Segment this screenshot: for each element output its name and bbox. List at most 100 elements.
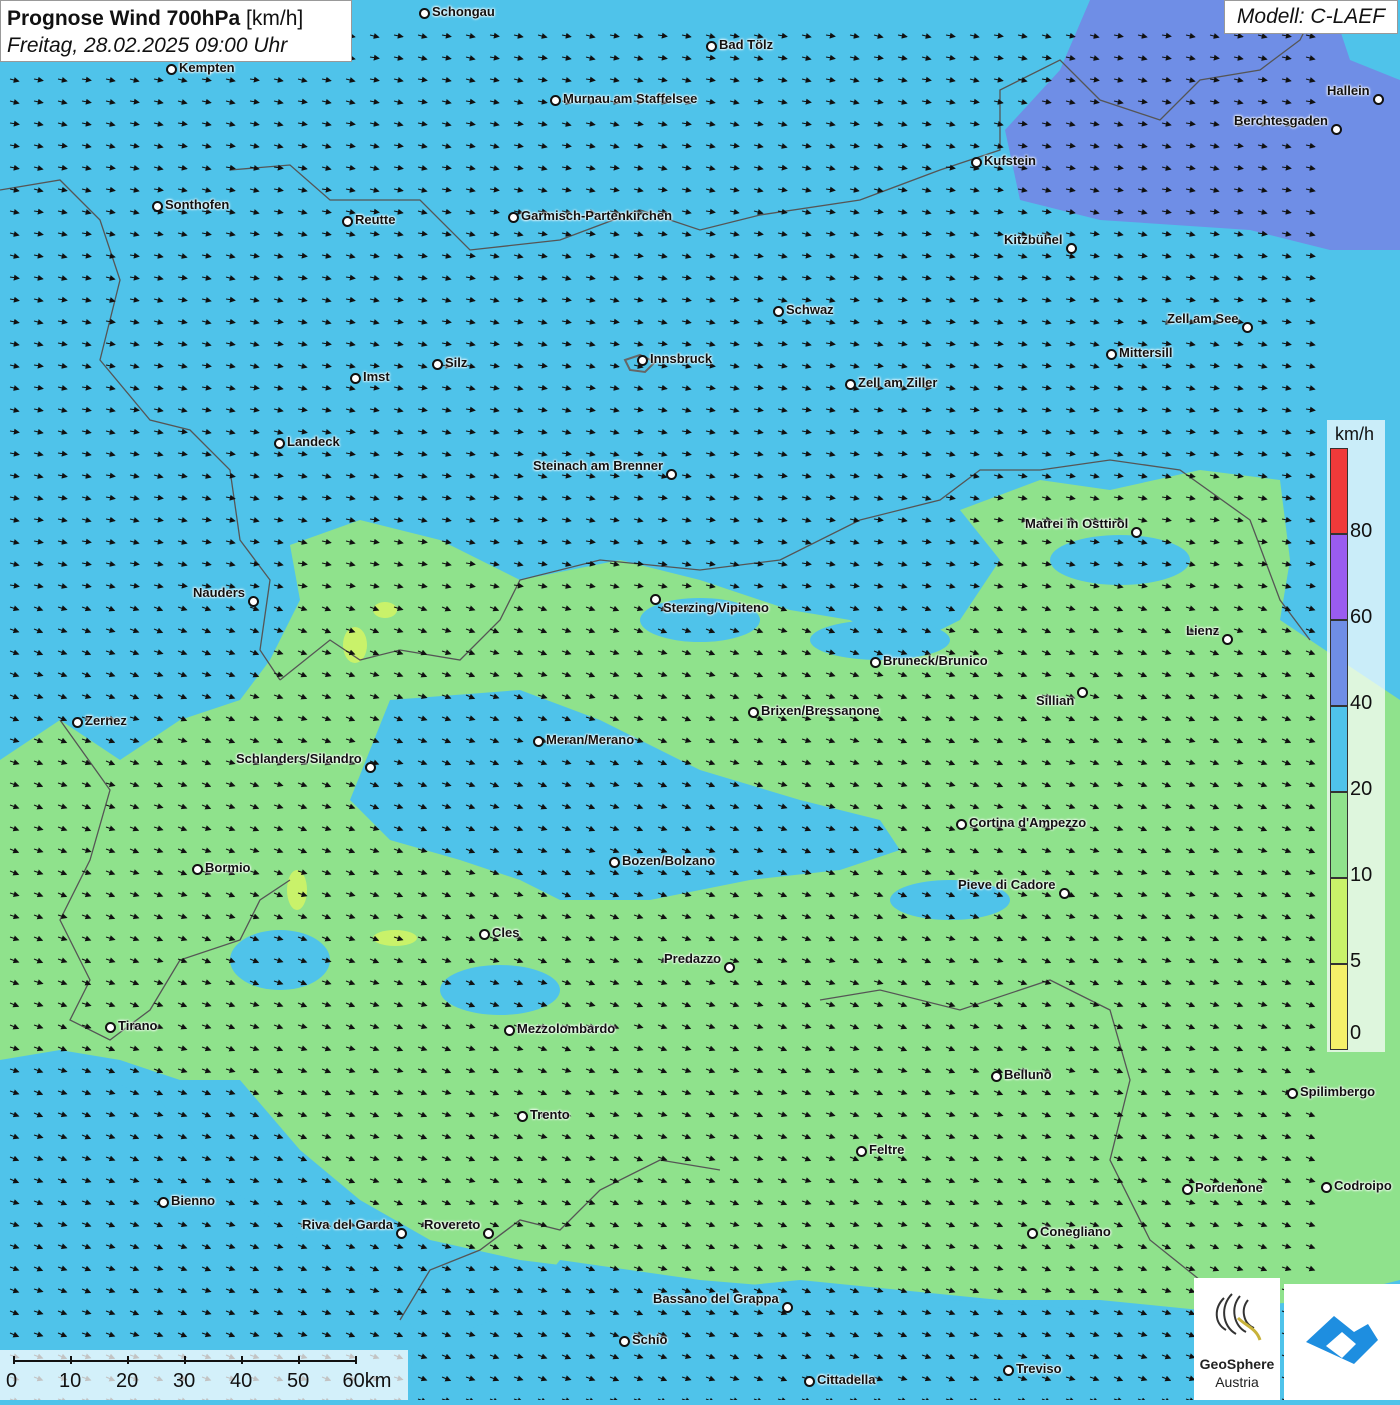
city-label: Sillian <box>1036 693 1075 708</box>
city-label: Imst <box>363 369 390 384</box>
city-marker <box>637 355 648 366</box>
city-label: Cittadella <box>817 1372 876 1387</box>
legend-band <box>1330 878 1348 964</box>
city-marker <box>483 1228 494 1239</box>
city-label: Steinach am Brenner <box>533 458 664 473</box>
legend-band <box>1330 620 1348 706</box>
legend-unit: km/h <box>1335 424 1375 444</box>
city-label: Bassano del Grappa <box>653 1291 779 1306</box>
city-label: Trento <box>530 1107 570 1122</box>
city-marker <box>619 1336 630 1347</box>
city-label: Cortina d'Ampezzo <box>969 815 1087 830</box>
city-marker <box>1066 243 1077 254</box>
wind-region-5-10 <box>343 627 367 663</box>
city-marker <box>856 1146 867 1157</box>
city-marker <box>1321 1182 1332 1193</box>
city-marker <box>533 736 544 747</box>
cloud-logo <box>1284 1284 1400 1400</box>
city-marker <box>152 201 163 212</box>
city-label: Hallein <box>1327 83 1370 98</box>
city-label: Kempten <box>179 60 235 75</box>
city-marker <box>342 216 353 227</box>
map-title-unit: [km/h] <box>246 7 304 30</box>
city-label: Cles <box>492 925 520 940</box>
city-label: Zell am See <box>1167 311 1239 326</box>
wind-region-5-10 <box>373 930 417 946</box>
city-marker <box>971 157 982 168</box>
legend-tick-label: 60 <box>1350 606 1373 628</box>
city-marker <box>1287 1088 1298 1099</box>
city-label: Nauders <box>193 585 246 600</box>
legend-band <box>1330 792 1348 878</box>
city-marker <box>748 707 759 718</box>
city-marker <box>724 962 735 973</box>
wind-region-5-10 <box>287 870 307 910</box>
legend-tick-label: 5 <box>1350 950 1362 972</box>
city-label: Predazzo <box>664 951 722 966</box>
city-label: Bruneck/Brunico <box>883 653 988 668</box>
scale-tick <box>127 1356 129 1364</box>
map-title-box: Prognose Wind 700hPa [km/h] Freitag, 28.… <box>0 0 352 62</box>
map-title: Prognose Wind 700hPa [km/h] <box>7 5 345 32</box>
map-title-bold: Prognose Wind 700hPa <box>7 7 241 30</box>
city-label: Reutte <box>355 212 396 227</box>
legend-tick-label: 40 <box>1350 692 1373 714</box>
city-marker <box>773 306 784 317</box>
city-marker <box>1077 687 1088 698</box>
city-marker <box>105 1022 116 1033</box>
city-label: Belluno <box>1004 1067 1052 1082</box>
city-marker <box>504 1025 515 1036</box>
city-label: Schwaz <box>786 302 834 317</box>
city-marker <box>517 1111 528 1122</box>
city-label: Rovereto <box>424 1217 481 1232</box>
city-marker <box>396 1228 407 1239</box>
city-marker <box>1242 322 1253 333</box>
city-label: Kitzbühel <box>1004 232 1063 247</box>
scale-tick <box>355 1356 357 1364</box>
city-label: Meran/Merano <box>546 732 635 747</box>
city-label: Bozen/Bolzano <box>622 853 716 868</box>
city-label: Conegliano <box>1040 1224 1111 1239</box>
city-marker <box>804 1376 815 1387</box>
city-label: Tirano <box>118 1018 158 1033</box>
city-label: Schlanders/Silandro <box>236 751 362 766</box>
scale-tick <box>241 1356 243 1364</box>
city-marker <box>192 864 203 875</box>
legend-band <box>1330 964 1348 1050</box>
scale-tick <box>184 1356 186 1364</box>
forecast-time: Freitag, 28.02.2025 09:00 Uhr <box>7 34 288 57</box>
city-marker <box>158 1197 169 1208</box>
city-marker <box>870 657 881 668</box>
city-label: Bad Tölz <box>719 37 774 52</box>
city-label: Bormio <box>205 860 251 875</box>
legend-tick-label: 10 <box>1350 864 1373 886</box>
wind-region-20-40-patch <box>440 965 560 1015</box>
city-label: Mezzolombardo <box>517 1021 616 1036</box>
scale-label: 10 <box>59 1370 82 1392</box>
city-label: Sonthofen <box>165 197 230 212</box>
city-label: Feltre <box>869 1142 905 1157</box>
city-label: Murnau am Staffelsee <box>563 91 698 106</box>
legend-tick-label: 80 <box>1350 520 1373 542</box>
city-marker <box>419 8 430 19</box>
city-label: Treviso <box>1016 1361 1062 1376</box>
geosphere-name: GeoSphere <box>1199 1356 1275 1372</box>
city-label: Riva del Garda <box>302 1217 394 1232</box>
city-label: Kufstein <box>984 153 1036 168</box>
city-marker <box>1027 1228 1038 1239</box>
geosphere-swirl-icon <box>1215 1293 1262 1341</box>
city-label: Codroipo <box>1334 1178 1392 1193</box>
city-label: Zell am Ziller <box>858 375 938 390</box>
city-label: Spilimbergo <box>1300 1084 1376 1099</box>
scale-label: 20 <box>116 1370 139 1392</box>
city-label: Schongau <box>432 4 495 19</box>
city-label: Pordenone <box>1195 1180 1263 1195</box>
city-marker <box>1182 1184 1193 1195</box>
city-marker <box>550 95 561 106</box>
scale-label: 50 <box>287 1370 310 1392</box>
city-marker <box>782 1302 793 1313</box>
city-label: Schio <box>632 1332 668 1347</box>
legend-tick-label: 0 <box>1350 1022 1362 1044</box>
city-label: Berchtesgaden <box>1234 113 1328 128</box>
city-label: Brixen/Bressanone <box>761 703 880 718</box>
